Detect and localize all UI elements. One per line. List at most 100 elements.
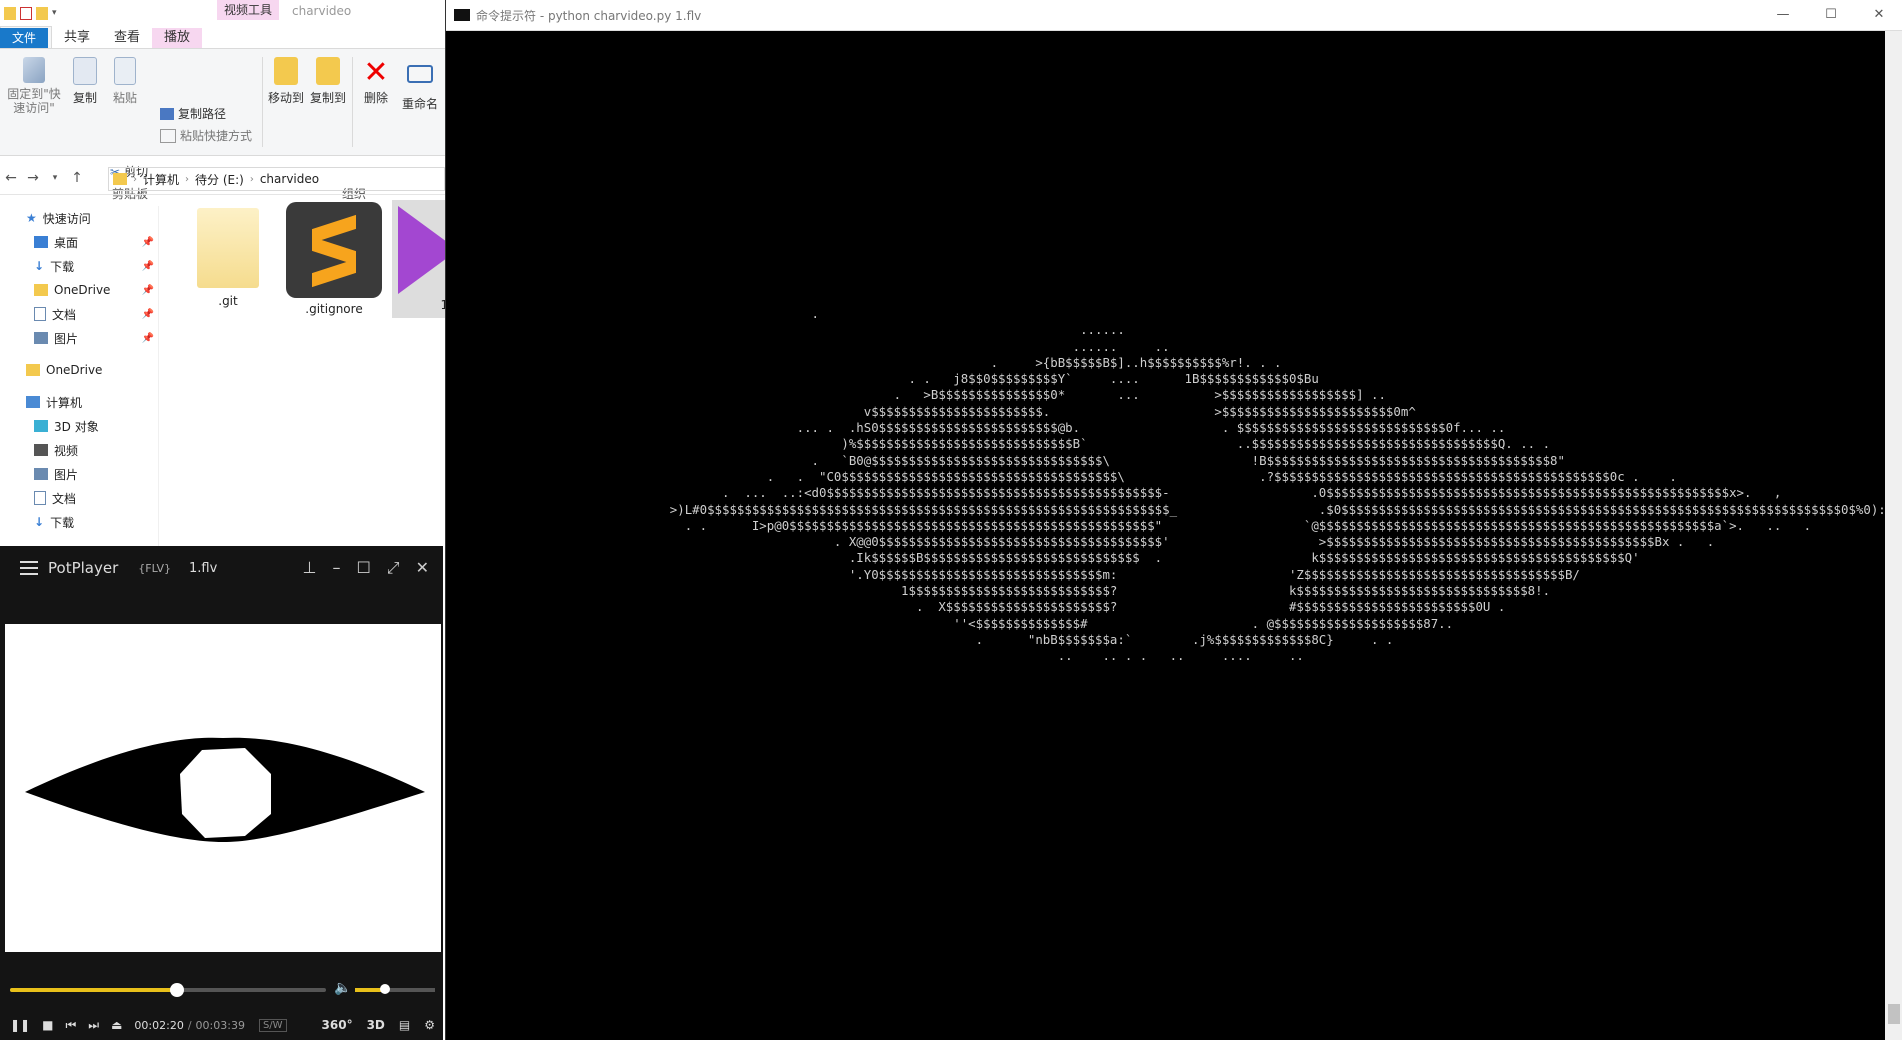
breadcrumb-drive-e[interactable]: 待分 (E:) [195, 171, 244, 188]
previous-icon[interactable]: ⏮ [65, 1018, 76, 1033]
seek-bar[interactable] [10, 983, 326, 997]
nav-quick-access[interactable]: ★ 快速访问 [0, 206, 158, 230]
delete-icon: ✕ [363, 55, 389, 90]
download-arrow-icon: ↓ [34, 259, 45, 273]
nav-pictures-pinned[interactable]: 图片 📌 [0, 326, 158, 350]
paste-shortcut-label: 粘贴快捷方式 [180, 129, 253, 143]
chevron-right-icon: › [133, 173, 137, 185]
nav-desktop[interactable]: 桌面 📌 [0, 230, 158, 254]
breadcrumb-computer[interactable]: 计算机 [143, 171, 179, 188]
up-arrow-icon[interactable]: ↑ [66, 170, 88, 186]
forward-arrow-icon[interactable]: → [22, 170, 44, 186]
tab-view[interactable]: 查看 [102, 28, 152, 48]
fullscreen-icon[interactable]: ⤢ [387, 558, 400, 578]
app-name: PotPlayer [48, 559, 119, 577]
navigation-pane: ★ 快速访问 桌面 📌 ↓ 下载 📌 OneDrive 📌 文档 📌 图片 📌 [0, 206, 159, 546]
nav-3d-objects[interactable]: 3D 对象 [0, 414, 158, 438]
nav-videos[interactable]: 视频 [0, 438, 158, 462]
desktop-icon [34, 236, 48, 248]
folder-icon[interactable] [4, 6, 16, 20]
nav-documents-pinned[interactable]: 文档 📌 [0, 302, 158, 326]
new-folder-icon[interactable] [36, 6, 48, 20]
delete-button[interactable]: ✕ 删除 [358, 57, 394, 106]
file-item-git[interactable]: .git [188, 208, 268, 308]
close-button[interactable]: ✕ [1855, 0, 1902, 30]
eject-icon[interactable]: ⏏ [111, 1018, 122, 1032]
nav-onedrive-pinned[interactable]: OneDrive 📌 [0, 278, 158, 302]
pause-icon[interactable]: ❚❚ [10, 1018, 30, 1032]
pin-top-icon[interactable]: ⊥ [303, 558, 317, 578]
nav-downloads-2[interactable]: ↓ 下载 [0, 510, 158, 534]
video-tools-context-tab: 视频工具 [217, 0, 279, 20]
settings-gear-icon[interactable]: ⚙ [424, 1018, 435, 1032]
rename-icon [407, 65, 433, 83]
cube-icon [34, 420, 48, 432]
paste-shortcut-icon [160, 128, 176, 143]
sublime-text-icon [286, 202, 382, 298]
chevron-down-icon[interactable]: ▾ [52, 8, 57, 18]
playback-right-controls: 360° 3D ▤ ⚙ [322, 1012, 435, 1038]
nav-downloads[interactable]: ↓ 下载 📌 [0, 254, 158, 278]
nav-item-label: 图片 [54, 331, 79, 346]
copy-path-button[interactable]: 复制路径 [160, 105, 226, 122]
minimize-icon[interactable]: – [332, 558, 340, 578]
vertical-scrollbar[interactable] [1885, 31, 1902, 1040]
maximize-icon[interactable]: ☐ [356, 558, 370, 578]
speaker-icon[interactable]: 🔈 [334, 980, 351, 996]
console-output[interactable]: . ...... ...... .. . >{bB$$$$$B$]..h$$$$… [446, 31, 1885, 1040]
video-area[interactable] [5, 624, 441, 952]
nav-item-label: OneDrive [54, 283, 111, 297]
breadcrumb-charvideo[interactable]: charvideo [260, 172, 319, 186]
close-icon[interactable]: ✕ [416, 558, 429, 578]
pin-icon: 📌 [141, 260, 154, 272]
tab-play[interactable]: 播放 [152, 28, 203, 48]
paste-shortcut-button[interactable]: 粘贴快捷方式 [160, 127, 252, 144]
pin-icon [23, 57, 45, 83]
hamburger-menu-icon[interactable] [20, 561, 38, 575]
nav-item-label: 下载 [50, 259, 75, 274]
picture-icon [34, 332, 48, 344]
nav-documents[interactable]: 文档 [0, 486, 158, 510]
breadcrumb[interactable]: › 计算机 › 待分 (E:) › charvideo [108, 167, 445, 191]
nav-onedrive[interactable]: OneDrive [0, 358, 158, 382]
properties-icon[interactable] [20, 6, 32, 20]
recent-locations-chevron-icon[interactable]: ▾ [44, 173, 66, 183]
seek-knob[interactable] [170, 983, 185, 997]
volume-knob[interactable] [380, 984, 391, 994]
tab-file[interactable]: 文件 [0, 28, 49, 48]
volume-slider[interactable] [355, 984, 435, 994]
minimize-button[interactable]: — [1759, 0, 1807, 30]
cmd-window-title: 命令提示符 - python charvideo.py 1.flv [476, 8, 702, 23]
copy-to-button[interactable]: 复制到 [308, 57, 348, 106]
time-current: 00:02:20 [134, 1018, 184, 1032]
maximize-button[interactable]: ☐ [1807, 0, 1855, 30]
copy-label: 复制 [72, 91, 97, 105]
next-icon[interactable]: ⏭ [88, 1018, 99, 1033]
pin-icon: 📌 [141, 332, 154, 344]
computer-icon [26, 396, 40, 408]
paste-button[interactable]: 粘贴 [110, 57, 140, 106]
rename-button[interactable]: 重命名 [400, 57, 440, 112]
nav-item-label: 3D 对象 [54, 419, 99, 434]
playlist-icon[interactable]: ▤ [399, 1018, 410, 1032]
file-item-gitignore[interactable]: .gitignore [284, 202, 384, 316]
clipboard-icon [114, 57, 136, 85]
stop-icon[interactable]: ■ [42, 1018, 53, 1032]
nav-item-label: OneDrive [46, 363, 103, 377]
move-to-button[interactable]: 移动到 [266, 57, 306, 106]
back-arrow-icon[interactable]: ← [0, 170, 22, 186]
tab-share[interactable]: 共享 [52, 28, 102, 48]
3d-button[interactable]: 3D [367, 1018, 385, 1032]
sw-decoder-badge[interactable]: S/W [258, 1018, 287, 1032]
vr-360-button[interactable]: 360° [322, 1018, 353, 1032]
nav-computer[interactable]: 计算机 [0, 390, 158, 414]
document-icon [34, 307, 46, 321]
file-item-flv[interactable]: 1. [392, 200, 445, 318]
scrollbar-thumb[interactable] [1888, 1004, 1900, 1024]
window-title: charvideo [292, 4, 352, 18]
copy-button[interactable]: 复制 [70, 57, 100, 106]
pin-quick-access-button[interactable]: 固定到"快 速访问" [6, 57, 62, 115]
console-icon [454, 9, 470, 21]
address-bar-row: ← → ▾ ↑ › 计算机 › 待分 (E:) › charvideo [0, 162, 445, 195]
nav-pictures[interactable]: 图片 [0, 462, 158, 486]
